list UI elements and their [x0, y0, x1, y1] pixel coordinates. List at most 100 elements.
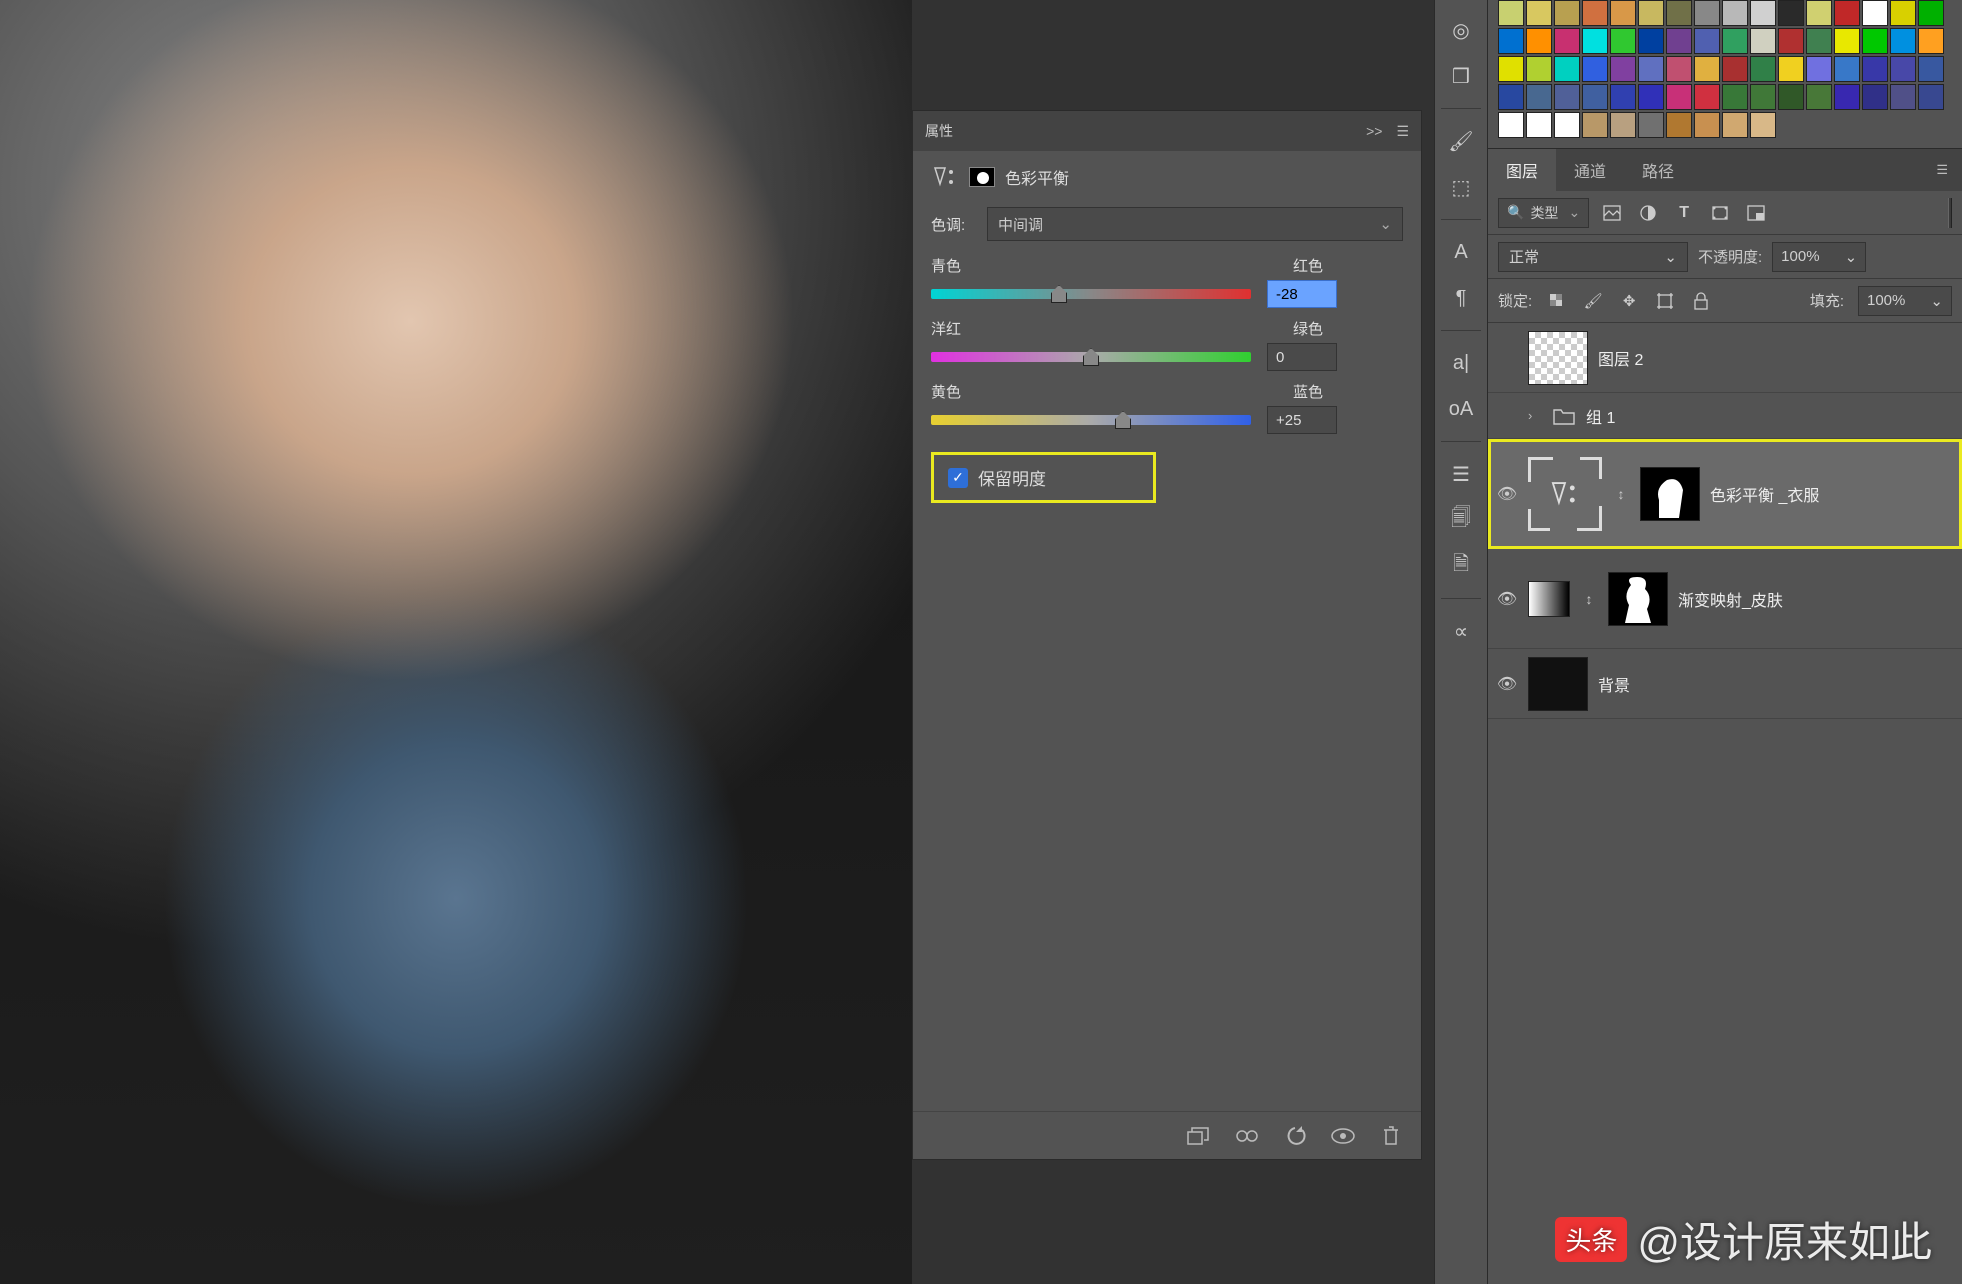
- swatch[interactable]: [1554, 0, 1580, 26]
- swatch[interactable]: [1750, 28, 1776, 54]
- swatch[interactable]: [1498, 0, 1524, 26]
- layer-mask-thumb[interactable]: [969, 167, 995, 187]
- layer-row[interactable]: 👁↕渐变映射_皮肤: [1488, 549, 1962, 649]
- swatch[interactable]: [1778, 0, 1804, 26]
- swatch[interactable]: [1610, 28, 1636, 54]
- link-mask-icon[interactable]: ↕: [1612, 486, 1630, 502]
- swatch[interactable]: [1806, 84, 1832, 110]
- cube-icon[interactable]: ❒: [1441, 56, 1481, 96]
- swatch[interactable]: [1526, 0, 1552, 26]
- swatch[interactable]: [1582, 28, 1608, 54]
- swatch[interactable]: [1722, 56, 1748, 82]
- swatch[interactable]: [1666, 56, 1692, 82]
- swatch[interactable]: [1806, 56, 1832, 82]
- adjustment-thumb[interactable]: [1528, 457, 1602, 531]
- layer-mask-thumb[interactable]: [1608, 572, 1668, 626]
- swatch[interactable]: [1498, 28, 1524, 54]
- swatch[interactable]: [1582, 112, 1608, 138]
- character-icon[interactable]: A: [1441, 232, 1481, 272]
- swatch[interactable]: [1694, 0, 1720, 26]
- slider-thumb[interactable]: [1051, 285, 1067, 303]
- slider-thumb[interactable]: [1083, 348, 1099, 366]
- tab-paths[interactable]: 路径: [1624, 149, 1692, 191]
- swatch[interactable]: [1638, 112, 1664, 138]
- swatch[interactable]: [1694, 84, 1720, 110]
- swatch[interactable]: [1666, 112, 1692, 138]
- glyphs-icon[interactable]: a|: [1441, 343, 1481, 383]
- swatch[interactable]: [1834, 56, 1860, 82]
- lock-transparency-icon[interactable]: [1546, 290, 1568, 312]
- toggle-visibility-icon[interactable]: [1329, 1124, 1357, 1148]
- tab-channels[interactable]: 通道: [1556, 149, 1624, 191]
- doc-icon[interactable]: 🗎: [1441, 546, 1481, 586]
- swatch[interactable]: [1834, 28, 1860, 54]
- swatch[interactable]: [1666, 28, 1692, 54]
- trash-icon[interactable]: [1377, 1124, 1405, 1148]
- cc-libraries-icon[interactable]: ◎: [1441, 10, 1481, 50]
- layer-visibility-toggle[interactable]: 👁: [1496, 674, 1518, 694]
- group-disclosure-icon[interactable]: ›: [1528, 408, 1542, 423]
- swatch[interactable]: [1610, 56, 1636, 82]
- clip-to-layer-icon[interactable]: [1185, 1124, 1213, 1148]
- lock-pixels-icon[interactable]: 🖌: [1582, 290, 1604, 312]
- filter-type-icon[interactable]: T: [1671, 200, 1697, 226]
- swatch[interactable]: [1862, 28, 1888, 54]
- swatch[interactable]: [1498, 84, 1524, 110]
- swatch[interactable]: [1582, 56, 1608, 82]
- swatch[interactable]: [1694, 112, 1720, 138]
- swatch[interactable]: [1918, 28, 1944, 54]
- slider-thumb[interactable]: [1115, 411, 1131, 429]
- swatch[interactable]: [1498, 112, 1524, 138]
- tone-select[interactable]: 中间调 ⌄: [987, 207, 1403, 241]
- swatch[interactable]: [1890, 0, 1916, 26]
- view-previous-state-icon[interactable]: [1233, 1124, 1261, 1148]
- swatch[interactable]: [1862, 0, 1888, 26]
- swatch[interactable]: [1918, 84, 1944, 110]
- swatch[interactable]: [1750, 112, 1776, 138]
- swatch[interactable]: [1582, 84, 1608, 110]
- opacity-select[interactable]: 100% ⌄: [1772, 242, 1866, 272]
- reset-icon[interactable]: [1281, 1124, 1309, 1148]
- notes-icon[interactable]: 🗐: [1441, 500, 1481, 540]
- swatch[interactable]: [1666, 0, 1692, 26]
- slider-track[interactable]: [931, 415, 1251, 425]
- slider-value-input[interactable]: +25: [1267, 406, 1337, 434]
- swatch[interactable]: [1582, 0, 1608, 26]
- brush-icon[interactable]: 🖌: [1441, 121, 1481, 161]
- swatch[interactable]: [1610, 112, 1636, 138]
- adjustment-thumb[interactable]: [1528, 581, 1570, 617]
- swatch[interactable]: [1694, 28, 1720, 54]
- filter-adjustment-icon[interactable]: [1635, 200, 1661, 226]
- swatch[interactable]: [1722, 28, 1748, 54]
- swatch[interactable]: [1806, 28, 1832, 54]
- link-mask-icon[interactable]: ↕: [1580, 591, 1598, 607]
- swatch[interactable]: [1750, 0, 1776, 26]
- swatch[interactable]: [1834, 84, 1860, 110]
- layer-row[interactable]: 👁↕色彩平衡 _衣服: [1488, 439, 1962, 549]
- panel-collapse-icon[interactable]: >>: [1366, 123, 1382, 139]
- swatch[interactable]: [1526, 112, 1552, 138]
- swatch[interactable]: [1666, 84, 1692, 110]
- filter-shape-icon[interactable]: [1707, 200, 1733, 226]
- filter-pixel-icon[interactable]: [1599, 200, 1625, 226]
- swatch[interactable]: [1862, 56, 1888, 82]
- swatch[interactable]: [1526, 56, 1552, 82]
- swatch[interactable]: [1806, 0, 1832, 26]
- slider-track[interactable]: [931, 352, 1251, 362]
- swatch[interactable]: [1722, 0, 1748, 26]
- blend-mode-select[interactable]: 正常 ⌄: [1498, 242, 1688, 272]
- swatch[interactable]: [1638, 28, 1664, 54]
- filter-smartobject-icon[interactable]: [1743, 200, 1769, 226]
- swatch[interactable]: [1750, 84, 1776, 110]
- swatch[interactable]: [1498, 56, 1524, 82]
- layer-thumb[interactable]: [1528, 331, 1588, 385]
- swatch[interactable]: [1638, 0, 1664, 26]
- layer-visibility-toggle[interactable]: 👁: [1496, 589, 1518, 609]
- layer-filter-type-select[interactable]: 🔍 类型 ⌄: [1498, 198, 1589, 228]
- fill-select[interactable]: 100% ⌄: [1858, 286, 1952, 316]
- slider-value-input[interactable]: -28: [1267, 280, 1337, 308]
- list-icon[interactable]: ☰: [1441, 454, 1481, 494]
- swatch[interactable]: [1890, 28, 1916, 54]
- preserve-luminosity-checkbox[interactable]: ✓: [948, 468, 968, 488]
- paragraph-icon[interactable]: ¶: [1441, 278, 1481, 318]
